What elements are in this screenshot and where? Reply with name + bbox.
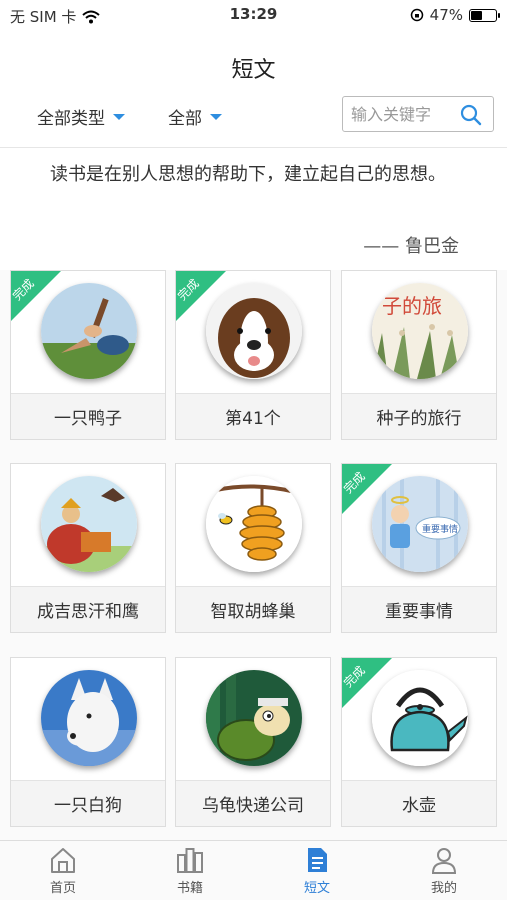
article-title: 水壶	[342, 780, 496, 826]
genghis-eagle-image	[41, 476, 137, 572]
tab-articles-label: 短文	[303, 881, 330, 896]
tab-home[interactable]: 首页	[0, 845, 126, 896]
tab-profile-label: 我的	[430, 881, 457, 896]
article-card[interactable]: 完成 水壶	[341, 657, 497, 827]
scope-filter-label: 全部	[168, 109, 202, 129]
battery-icon	[469, 8, 500, 22]
article-title: 重要事情	[342, 586, 496, 632]
search-icon[interactable]	[459, 103, 483, 127]
document-icon	[308, 848, 327, 872]
home-icon	[51, 848, 75, 873]
cover-text: 重要事情	[422, 523, 458, 535]
article-card[interactable]: 子的旅 种子的旅行	[341, 270, 497, 440]
chevron-down-icon	[113, 113, 125, 120]
cover-text: 子的旅	[382, 294, 442, 318]
white-dog-image	[41, 670, 137, 766]
article-card[interactable]: 完成 第41个	[175, 270, 331, 440]
status-bar: 无 SIM 卡 13:29 47%	[0, 0, 507, 30]
filter-bar: 全部类型 全部	[0, 96, 507, 136]
tab-books[interactable]: 书籍	[127, 845, 253, 896]
article-title: 一只鸭子	[11, 393, 165, 439]
scope-filter-dropdown[interactable]: 全部	[168, 104, 222, 129]
article-grid: 完成 一只鸭子 完成 第41个 子的旅 种子的旅行 成吉思汗和鹰 智取胡蜂巢 重…	[0, 270, 507, 840]
type-filter-dropdown[interactable]: 全部类型	[37, 104, 125, 129]
battery-info: 47%	[410, 6, 500, 24]
chevron-down-icon	[210, 113, 222, 120]
search-input[interactable]	[343, 97, 458, 131]
user-icon	[431, 848, 457, 874]
article-title: 一只白狗	[11, 780, 165, 826]
tab-articles[interactable]: 短文	[254, 845, 380, 896]
rotation-lock-icon	[410, 8, 423, 22]
article-card[interactable]: 重要事情 完成 重要事情	[341, 463, 497, 633]
article-card[interactable]: 一只白狗	[10, 657, 166, 827]
article-title: 种子的旅行	[342, 393, 496, 439]
battery-percent: 47%	[429, 6, 463, 24]
tab-books-label: 书籍	[176, 881, 203, 896]
article-title: 智取胡蜂巢	[176, 586, 330, 632]
header-divider	[0, 147, 507, 148]
books-icon	[177, 848, 203, 873]
tab-profile[interactable]: 我的	[381, 845, 507, 896]
article-title: 乌龟快递公司	[176, 780, 330, 826]
article-card[interactable]: 智取胡蜂巢	[175, 463, 331, 633]
article-title: 第41个	[176, 393, 330, 439]
type-filter-label: 全部类型	[37, 109, 105, 129]
quote-author: —— 鲁巴金	[363, 236, 459, 257]
bottom-tab-bar: 首页 书籍 短文 我的	[0, 840, 507, 900]
seed-travel-image: 子的旅	[372, 283, 468, 379]
page-title: 短文	[231, 58, 276, 83]
article-title: 成吉思汗和鹰	[11, 586, 165, 632]
article-card[interactable]: 乌龟快递公司	[175, 657, 331, 827]
article-card[interactable]: 成吉思汗和鹰	[10, 463, 166, 633]
turtle-image	[206, 670, 302, 766]
tab-home-label: 首页	[49, 881, 76, 896]
beehive-image	[206, 476, 302, 572]
quote-text: 读书是在别人思想的帮助下，建立起自己的思想。	[50, 164, 446, 185]
article-card[interactable]: 完成 一只鸭子	[10, 270, 166, 440]
search-box	[342, 96, 494, 132]
